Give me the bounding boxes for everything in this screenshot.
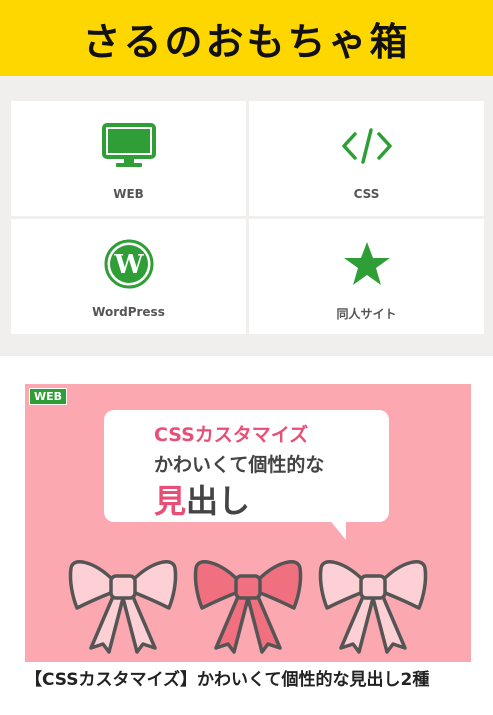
- site-title[interactable]: さるのおもちゃ箱: [82, 11, 410, 66]
- category-doujin[interactable]: 同人サイト: [249, 219, 484, 334]
- category-menu: WEB CSS W WordPress 同人サイト: [0, 76, 493, 356]
- category-web[interactable]: WEB: [11, 101, 246, 216]
- ribbon-icon: [193, 560, 303, 654]
- category-badge[interactable]: WEB: [29, 388, 68, 405]
- article-thumbnail[interactable]: CSSカスタマイズ かわいくて個性的な 見出し WEB: [25, 384, 471, 662]
- category-wordpress[interactable]: W WordPress: [11, 219, 246, 334]
- star-icon: [339, 239, 395, 289]
- wordpress-icon: W: [101, 239, 157, 289]
- svg-text:W: W: [113, 250, 144, 280]
- article-title[interactable]: 【CSSカスタマイズ】かわいくて個性的な見出し2種: [25, 669, 471, 691]
- speech-bubble-tail: [328, 518, 346, 540]
- category-label: WordPress: [92, 305, 165, 319]
- ribbons-illustration: [68, 560, 428, 654]
- thumbnail-big-text: 見出し: [154, 476, 250, 522]
- site-header: さるのおもちゃ箱: [0, 0, 493, 76]
- article-card[interactable]: CSSカスタマイズ かわいくて個性的な 見出し WEB 【CSSカスタマイズ】か…: [25, 384, 471, 715]
- thumbnail-subheading: かわいくて個性的な: [154, 454, 325, 476]
- category-label: 同人サイト: [336, 307, 397, 321]
- thumbnail-big-rest: 出し: [186, 482, 251, 520]
- monitor-icon: [101, 121, 157, 171]
- category-css[interactable]: CSS: [249, 101, 484, 216]
- ribbon-icon: [68, 560, 178, 654]
- ribbon-icon: [318, 560, 428, 654]
- category-label: WEB: [113, 187, 144, 201]
- category-label: CSS: [353, 187, 380, 201]
- thumbnail-heading: CSSカスタマイズ: [154, 424, 309, 446]
- thumbnail-accent-char: 見: [154, 482, 187, 520]
- speech-bubble: CSSカスタマイズ かわいくて個性的な 見出し: [104, 410, 389, 522]
- category-grid: WEB CSS W WordPress 同人サイト: [11, 101, 484, 334]
- code-icon: [339, 121, 395, 171]
